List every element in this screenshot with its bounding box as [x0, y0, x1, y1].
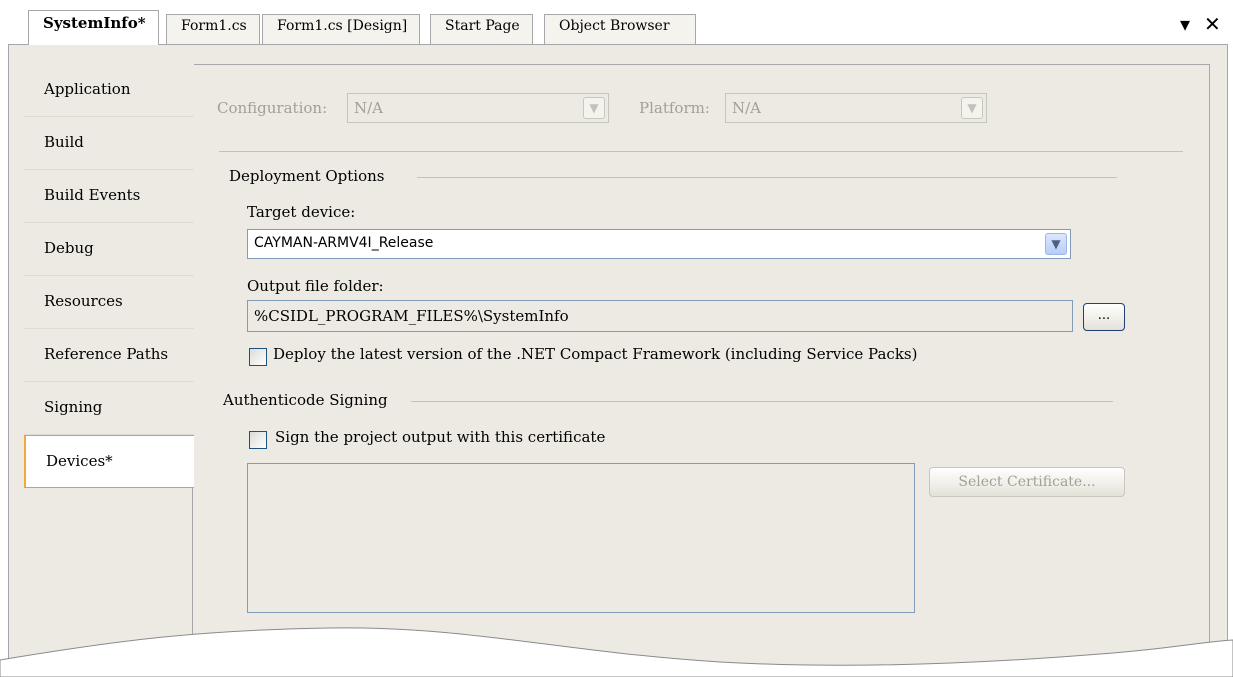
- sidebar-item-application[interactable]: Application: [24, 64, 194, 117]
- tab-label: Form1.cs: [181, 18, 247, 34]
- deploy-cf-checkbox[interactable]: [249, 348, 267, 366]
- tab-label: Object Browser: [559, 18, 670, 34]
- close-icon[interactable]: ✕: [1204, 12, 1221, 36]
- chevron-down-icon: ▼: [583, 97, 605, 119]
- sidebar-item-devices[interactable]: Devices*: [24, 435, 194, 488]
- signing-section-title: Authenticode Signing: [223, 391, 388, 409]
- tab-form1-cs[interactable]: Form1.cs: [166, 14, 260, 44]
- tab-label: Form1.cs [Design]: [277, 18, 408, 34]
- sidebar-item-build-events[interactable]: Build Events: [24, 170, 194, 223]
- configuration-value: N/A: [354, 99, 384, 117]
- sidebar-item-label: Resources: [44, 292, 123, 310]
- sidebar-item-resources[interactable]: Resources: [24, 276, 194, 329]
- sidebar-item-label: Build Events: [44, 186, 141, 204]
- output-folder-field[interactable]: %CSIDL_PROGRAM_FILES%\SystemInfo: [247, 300, 1073, 332]
- chevron-down-icon: ▼: [961, 97, 983, 119]
- platform-label: Platform:: [639, 99, 710, 117]
- property-page-tabs: Application Build Build Events Debug Res…: [24, 64, 194, 488]
- tab-systeminfo[interactable]: SystemInfo*: [28, 10, 159, 45]
- configuration-label: Configuration:: [217, 99, 328, 117]
- deployment-section-title: Deployment Options: [229, 167, 385, 185]
- divider: [411, 401, 1113, 402]
- sidebar-item-label: Signing: [44, 398, 103, 416]
- output-folder-label: Output file folder:: [247, 277, 384, 295]
- divider: [219, 151, 1183, 152]
- platform-value: N/A: [732, 99, 762, 117]
- chevron-down-icon: ▼: [1045, 233, 1067, 255]
- sign-output-checkbox[interactable]: [249, 431, 267, 449]
- sidebar-item-label: Reference Paths: [44, 345, 169, 363]
- deploy-cf-label: Deploy the latest version of the .NET Co…: [273, 345, 918, 363]
- sidebar-item-reference-paths[interactable]: Reference Paths: [24, 329, 194, 382]
- target-device-label: Target device:: [247, 203, 356, 221]
- platform-combo[interactable]: N/A ▼: [725, 93, 987, 123]
- sidebar-item-label: Application: [44, 80, 131, 98]
- property-page: Configuration: N/A ▼ Platform: N/A ▼ Dep…: [192, 64, 1210, 674]
- tab-label: SystemInfo*: [43, 14, 146, 32]
- sidebar-item-label: Debug: [44, 239, 94, 257]
- configuration-combo[interactable]: N/A ▼: [347, 93, 609, 123]
- divider: [417, 177, 1117, 178]
- tab-form1-design[interactable]: Form1.cs [Design]: [262, 14, 421, 44]
- target-device-combo[interactable]: CAYMAN-ARMV4I_Release ▼: [247, 229, 1071, 259]
- tab-start-page[interactable]: Start Page: [430, 14, 533, 44]
- sign-output-label: Sign the project output with this certif…: [275, 428, 606, 446]
- select-certificate-button[interactable]: Select Certificate...: [929, 467, 1125, 497]
- tab-label: Start Page: [445, 18, 520, 34]
- sidebar-item-signing[interactable]: Signing: [24, 382, 194, 435]
- certificate-box: [247, 463, 915, 613]
- chevron-down-icon[interactable]: ▾: [1180, 12, 1190, 36]
- tab-object-browser[interactable]: Object Browser: [544, 14, 696, 44]
- sidebar-item-label: Devices*: [46, 452, 113, 470]
- sidebar-item-label: Build: [44, 133, 84, 151]
- sidebar-item-build[interactable]: Build: [24, 117, 194, 170]
- target-device-value: CAYMAN-ARMV4I_Release: [254, 235, 434, 251]
- sidebar-item-debug[interactable]: Debug: [24, 223, 194, 276]
- torn-edge-decoration: [0, 627, 1233, 677]
- output-folder-value: %CSIDL_PROGRAM_FILES%\SystemInfo: [254, 307, 569, 325]
- document-tab-strip: SystemInfo* Form1.cs Form1.cs [Design] S…: [8, 0, 1228, 45]
- browse-button[interactable]: ...: [1083, 303, 1125, 331]
